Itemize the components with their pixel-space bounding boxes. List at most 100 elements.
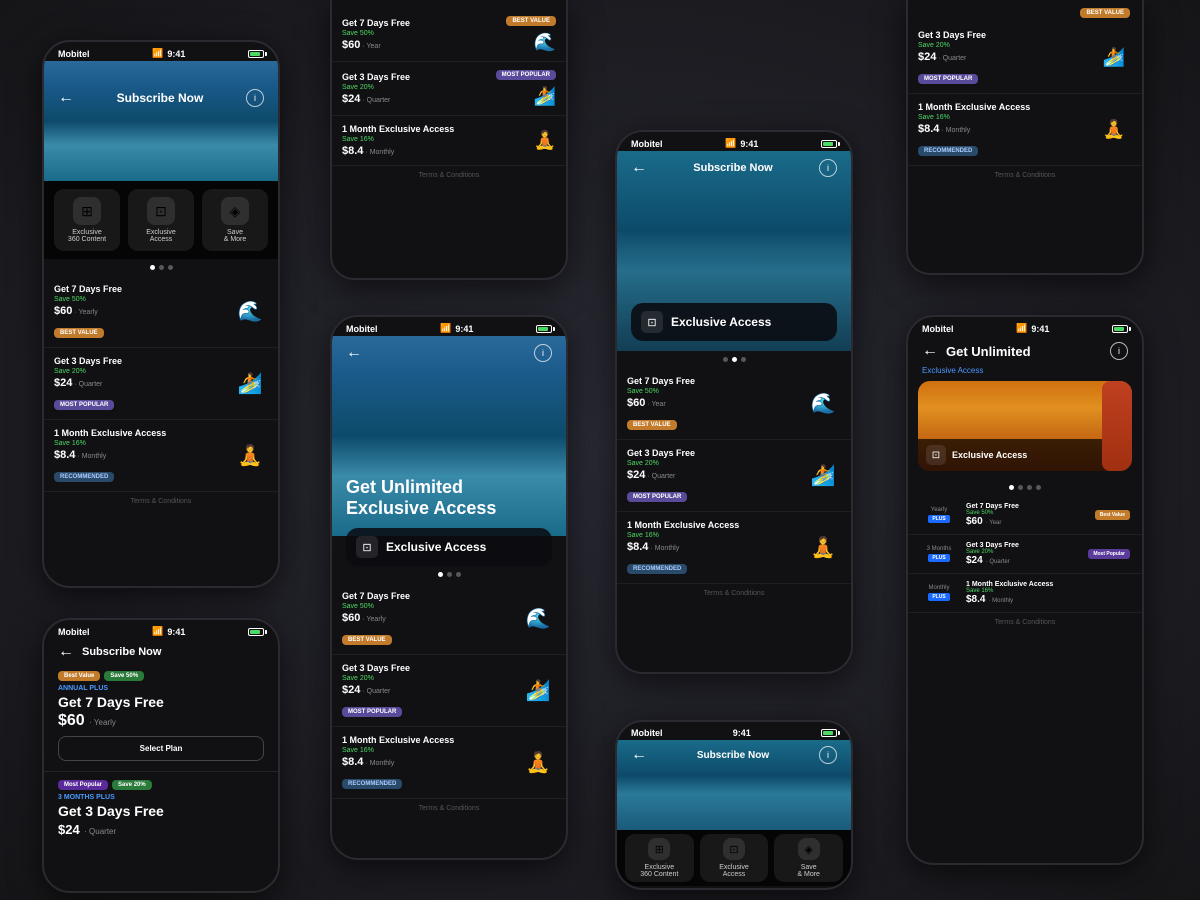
plan-quarterly-3[interactable]: Get 3 Days Free Save 20% $24· Quarter Mo… [332, 655, 566, 727]
wifi-icon-8: 📶 [152, 626, 163, 637]
info-button-7[interactable]: i [1110, 342, 1128, 360]
plan-quarterly-save: Save 20% [54, 368, 224, 375]
carrier-1: Mobitel [58, 49, 90, 59]
nav-7: ← Get Unlimited i [908, 336, 1142, 366]
plan-monthly-price: $8.4· Monthly [54, 449, 224, 461]
amount-val-quarterly-7: $24 [966, 555, 983, 566]
exclusive-label: Exclusive Access [386, 540, 486, 554]
plan-yearly-3[interactable]: Get 7 Days Free Save 50% $60· Yearly Bes… [332, 583, 566, 655]
wifi-icon-4: 📶 [725, 138, 736, 149]
period-text-quarterly-7: 3 Months [927, 546, 952, 552]
plan-quarterly-1[interactable]: Get 3 Days Free Save 20% $24· Quarter Mo… [44, 348, 278, 420]
thumb-exclusive-label-7: Exclusive Access [952, 450, 1027, 460]
plan-monthly-3-save: Save 16% [342, 747, 512, 754]
dot-3-2 [447, 572, 452, 577]
feature-save: ◈ Save& More [202, 189, 268, 251]
plan-yearly-2-info: Get 7 Days Free Save 50% $60· Year [342, 18, 498, 51]
terms-4[interactable]: Terms & Conditions [617, 584, 851, 603]
battery-icon-8 [248, 628, 264, 636]
time-7: 9:41 [1031, 324, 1049, 334]
plan-monthly-2-price: $8.4· Monthly [342, 145, 526, 157]
period-text-monthly-7: Monthly [928, 585, 949, 591]
status-icons-5: 9:41 [733, 728, 751, 738]
plan-col-quarterly-7: Get 3 Days Free Save 20% $24 · Quarter [966, 542, 1080, 566]
amount-period-monthly-7: · Monthly [988, 598, 1013, 604]
plan-monthly-3[interactable]: 1 Month Exclusive Access Save 16% $8.4· … [332, 727, 566, 799]
exclusive-access-sub-7: Exclusive Access [908, 366, 1142, 381]
hero-thumb-7: ⊡ Exclusive Access [918, 381, 1132, 471]
plan-yearly-6[interactable]: Get 3 Days Free Save 20% $24· Quarter Mo… [908, 22, 1142, 94]
phone-get-unlimited-right: Mobitel 📶 9:41 ← Get Unlimited i Exclusi… [906, 315, 1144, 865]
phone-subscribe-now-1: Mobitel 📶 9:41 ← Subscribe Now i ⊞ Exclu… [42, 40, 280, 588]
feature-360-label: Exclusive360 Content [68, 229, 106, 243]
terms-1[interactable]: Terms & Conditions [44, 492, 278, 511]
plan-quarterly-2[interactable]: Get 3 Days Free Save 20% $24· Quarter Mo… [332, 62, 566, 116]
plan-monthly-2-info: 1 Month Exclusive Access Save 16% $8.4· … [342, 124, 526, 157]
plan-monthly-3-title: 1 Month Exclusive Access [342, 735, 512, 745]
dot-1-3 [168, 265, 173, 270]
most-popular-badge-6: Most Popular [918, 74, 978, 84]
status-icons-7: 📶 9:41 [1016, 323, 1049, 334]
info-button-3[interactable]: i [534, 344, 552, 362]
dot-row-1 [44, 259, 278, 276]
plan-monthly-1[interactable]: 1 Month Exclusive Access Save 16% $8.4· … [44, 420, 278, 492]
dot-4-1 [723, 357, 728, 362]
plan-quarterly-4-info: Get 3 Days Free Save 20% $24· Quarter Mo… [627, 448, 797, 503]
plan-monthly-2[interactable]: 1 Month Exclusive Access Save 16% $8.4· … [332, 116, 566, 166]
back-button-4[interactable]: ← [631, 159, 647, 177]
info-button-1[interactable]: i [246, 89, 264, 107]
plan-row-yearly-7[interactable]: Yearly PLUS Get 7 Days Free Save 50% $60… [908, 496, 1142, 535]
period-col-monthly-7: Monthly PLUS [920, 585, 958, 601]
nav-title-1: Subscribe Now [117, 91, 204, 105]
big-price-val: $60 [58, 712, 85, 729]
best-value-badge-2: Best Value [506, 16, 556, 26]
back-button-8[interactable]: ← [58, 643, 74, 661]
plan-row-monthly-7[interactable]: Monthly PLUS 1 Month Exclusive Access Sa… [908, 574, 1142, 613]
battery-icon-7 [1112, 325, 1128, 333]
plan-monthly-6[interactable]: 1 Month Exclusive Access Save 16% $8.4· … [908, 94, 1142, 166]
back-button-5[interactable]: ← [631, 746, 647, 764]
plan-monthly-save: Save 16% [54, 440, 224, 447]
back-button-1[interactable]: ← [58, 89, 74, 107]
plan-yearly-2-title: Get 7 Days Free [342, 18, 498, 28]
terms-2[interactable]: Terms & Conditions [332, 166, 566, 185]
plan-yearly-4[interactable]: Get 7 Days Free Save 50% $60· Year Best … [617, 368, 851, 440]
best-value-badge-3: Best Value [342, 635, 392, 645]
terms-6[interactable]: Terms & Conditions [908, 166, 1142, 185]
save-pct-sm: Save 50% [104, 671, 144, 681]
plan-yearly-6-save: Save 20% [918, 42, 1088, 49]
terms-3[interactable]: Terms & Conditions [332, 799, 566, 818]
select-plan-btn[interactable]: Select Plan [58, 736, 264, 761]
time-5: 9:41 [733, 728, 751, 738]
dot-7-4 [1036, 485, 1041, 490]
plan-quarterly-4[interactable]: Get 3 Days Free Save 20% $24· Quarter Mo… [617, 440, 851, 512]
battery-icon-1 [248, 50, 264, 58]
exclusive-access-card-4: ⊡ Exclusive Access [631, 303, 837, 341]
info-button-5[interactable]: i [819, 746, 837, 764]
back-button-3[interactable]: ← [346, 344, 362, 362]
plan-name-monthly-7: 1 Month Exclusive Access [966, 581, 1130, 588]
status-bar-4: Mobitel 📶 9:41 [617, 132, 851, 151]
plus-pill-yearly-7: PLUS [928, 515, 949, 523]
info-button-4[interactable]: i [819, 159, 837, 177]
recommended-badge-4: Recommended [627, 564, 687, 574]
recommended-badge-3: Recommended [342, 779, 402, 789]
plan-quarterly-title: Get 3 Days Free [54, 356, 224, 366]
plan-quarterly-2-info: Get 3 Days Free Save 20% $24· Quarter [342, 72, 488, 105]
plan-monthly-4[interactable]: 1 Month Exclusive Access Save 16% $8.4· … [617, 512, 851, 584]
plan-yearly-2[interactable]: Get 7 Days Free Save 50% $60· Year Best … [332, 8, 566, 62]
back-button-7[interactable]: ← [922, 342, 938, 360]
terms-7[interactable]: Terms & Conditions [908, 613, 1142, 632]
feature-access-icon-5: ⊡ [723, 838, 745, 860]
plan-yearly-4-info: Get 7 Days Free Save 50% $60· Year Best … [627, 376, 797, 431]
plan-quarterly-price: $24· Quarter [54, 377, 224, 389]
plan-amount-monthly-7: $8.4 · Monthly [966, 594, 1130, 605]
plan-row-quarterly-7[interactable]: 3 Months PLUS Get 3 Days Free Save 20% $… [908, 535, 1142, 574]
annual-label: ANNUAL PLUS [58, 685, 264, 692]
plan-quarterly-3-price: $24· Quarter [342, 684, 512, 696]
dot-row-4 [617, 351, 851, 368]
plan-yearly-1[interactable]: Get 7 Days Free Save 50% $60· Yearly Bes… [44, 276, 278, 348]
feature-save-icon: ◈ [221, 197, 249, 225]
months-price-val: $24 [58, 822, 80, 837]
wifi-icon: 📶 [152, 48, 163, 59]
